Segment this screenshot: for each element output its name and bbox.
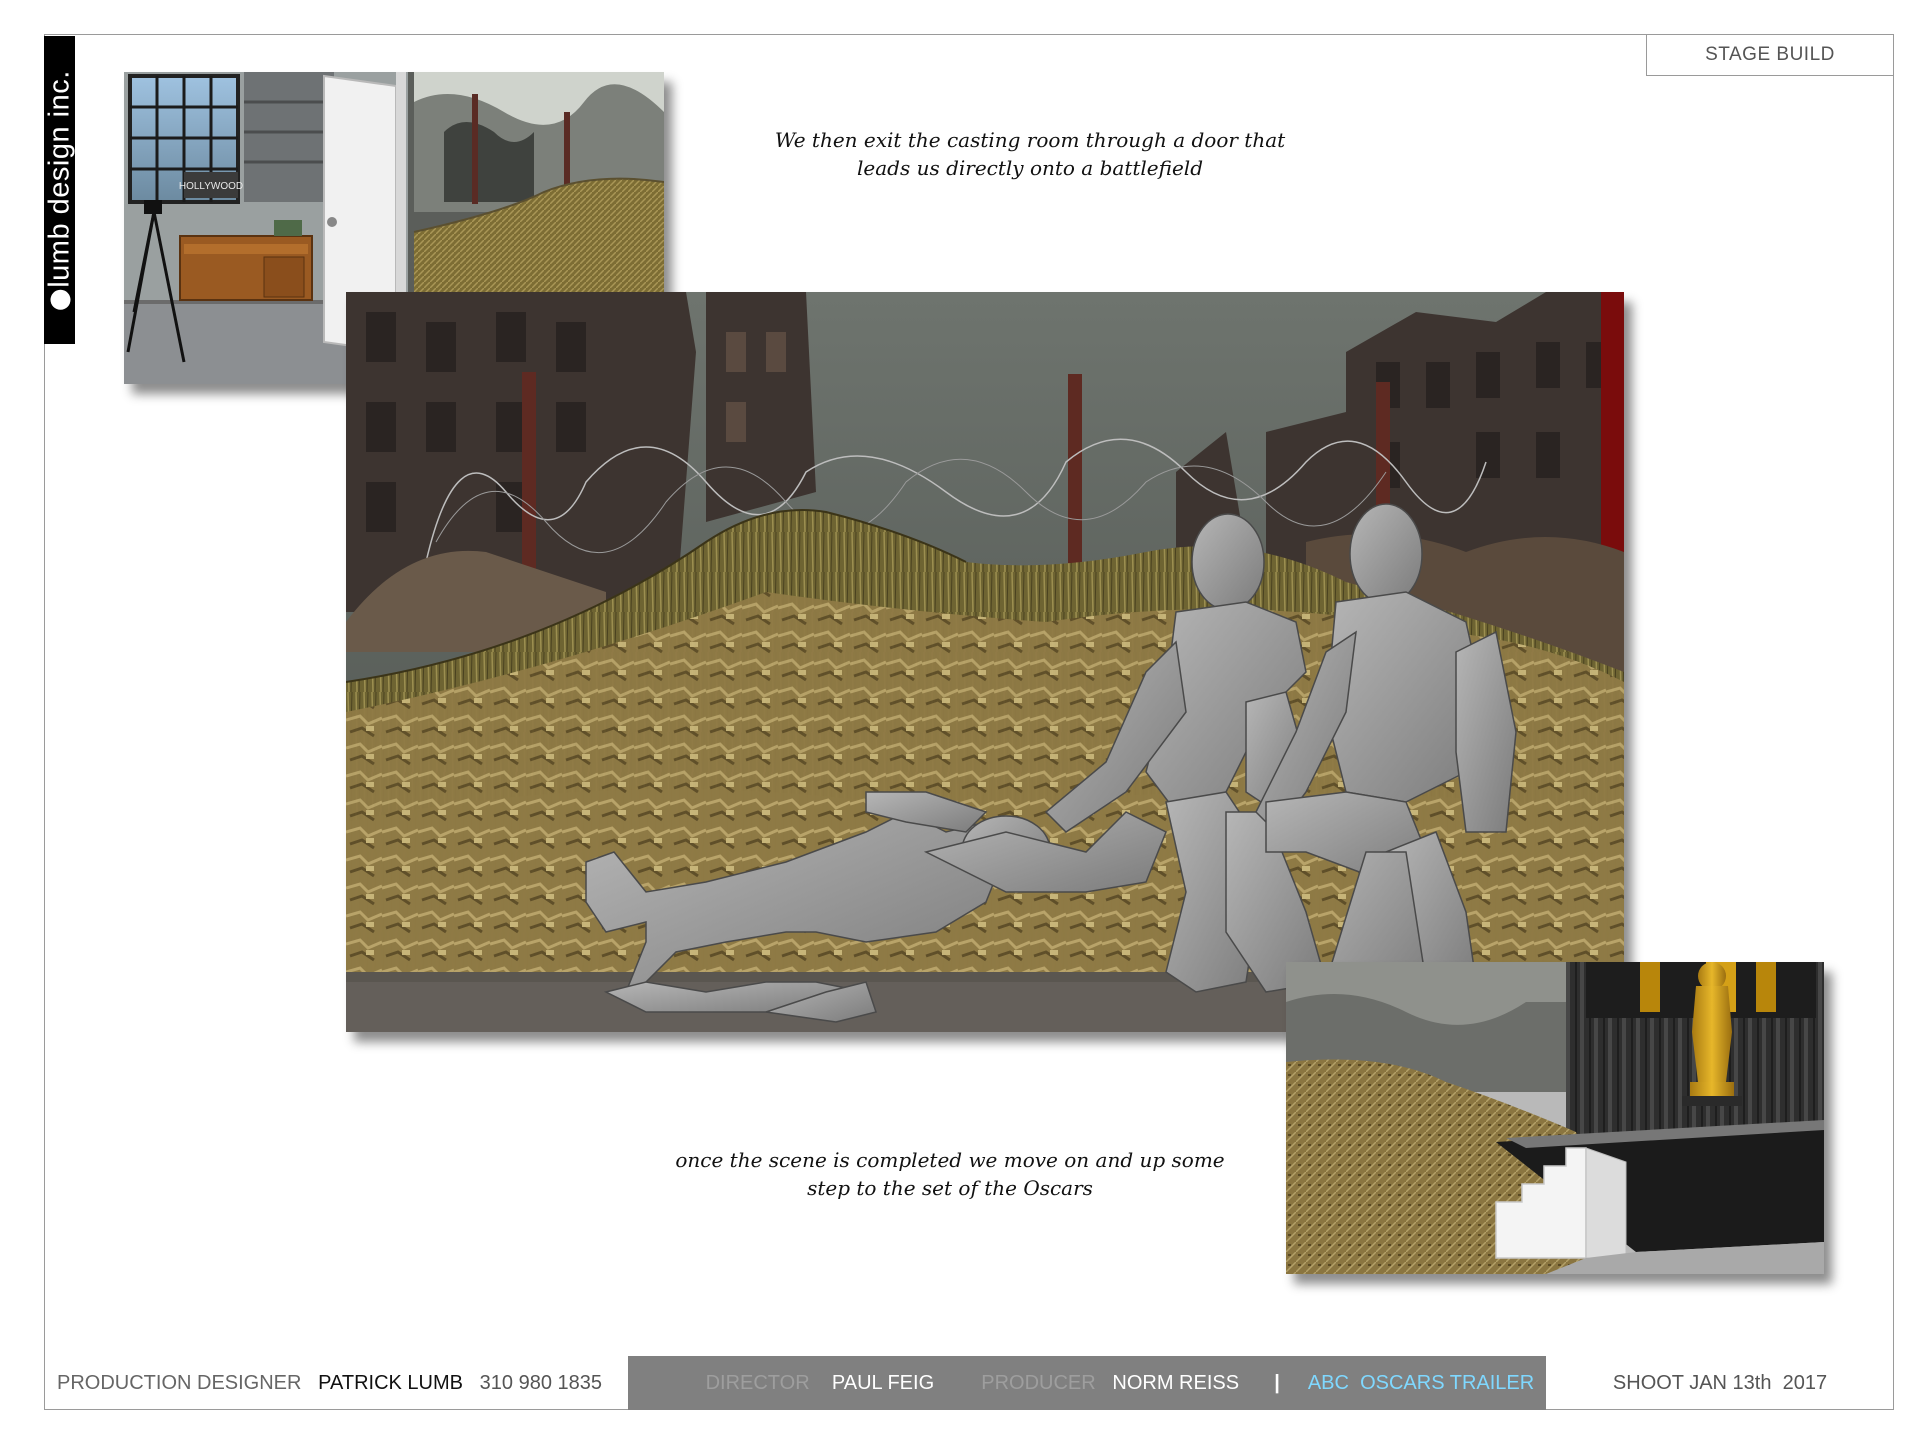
- footer-designer: PRODUCTION DESIGNER PATRICK LUMB 310 980…: [44, 1356, 628, 1410]
- director-name: PAUL FEIG: [831, 1372, 935, 1394]
- caption-bottom-line-1: once the scene is completed we move on a…: [675, 1148, 1225, 1172]
- shoot-date: SHOOT JAN 13th 2017: [1612, 1372, 1828, 1394]
- producer-label: PRODUCER: [981, 1372, 1096, 1394]
- battlefield-render: [346, 292, 1624, 1032]
- oscars-stage-image: [1286, 962, 1824, 1274]
- designer-phone: 310 980 1835: [479, 1372, 602, 1394]
- designer-label: PRODUCTION DESIGNER: [57, 1372, 302, 1394]
- director-label: DIRECTOR: [705, 1372, 810, 1394]
- company-logo: lumb design inc.: [43, 36, 75, 344]
- footer-separator: |: [1274, 1372, 1280, 1394]
- logo-mark-icon: [50, 289, 70, 310]
- caption-top-line-1: We then exit the casting room through a …: [774, 128, 1286, 152]
- title-block-footer: PRODUCTION DESIGNER PATRICK LUMB 310 980…: [44, 1356, 1894, 1410]
- project-title: ABC OSCARS TRAILER: [1307, 1372, 1535, 1394]
- designer-name: PATRICK LUMB: [318, 1372, 463, 1394]
- caption-bottom: once the scene is completed we move on a…: [620, 1146, 1280, 1202]
- caption-bottom-line-2: step to the set of the Oscars: [807, 1176, 1093, 1200]
- producer-name: NORM REISS: [1112, 1372, 1240, 1394]
- caption-top: We then exit the casting room through a …: [700, 126, 1360, 182]
- logo-text: lumb design inc.: [43, 70, 75, 288]
- stage-build-label: STAGE BUILD: [1646, 34, 1894, 76]
- caption-top-line-2: leads us directly onto a battlefield: [856, 156, 1203, 180]
- footer-credits: DIRECTOR PAUL FEIG PRODUCER NORM REISS |…: [628, 1356, 1546, 1410]
- hollywood-sign: HOLLYWOOD: [179, 181, 243, 192]
